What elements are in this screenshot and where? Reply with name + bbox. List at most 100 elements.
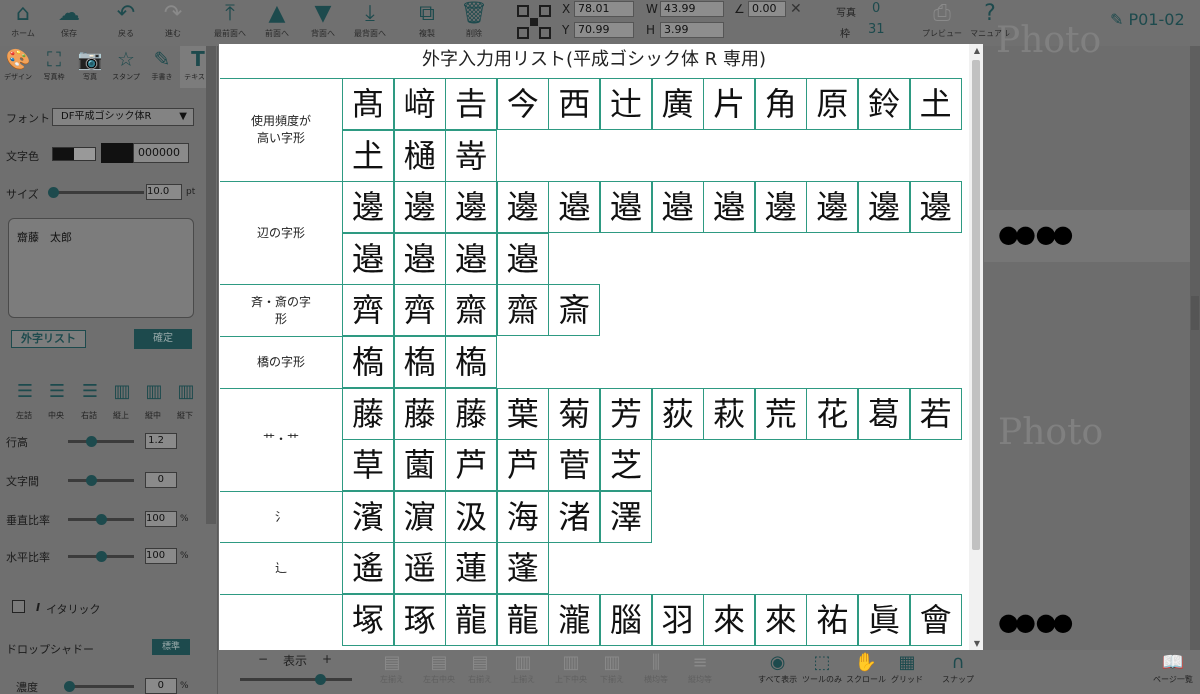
gaiji-char-cell[interactable]: 塚 — [342, 594, 394, 646]
gaiji-char-cell[interactable]: 邊 — [393, 181, 446, 234]
gaiji-char-cell[interactable]: 芦 — [445, 439, 498, 492]
zoom-out-button[interactable]: − — [258, 652, 268, 666]
gaiji-char-cell[interactable]: 濱 — [342, 490, 394, 543]
grid-button[interactable]: ▦ グリッド — [891, 652, 923, 685]
size-slider-knob[interactable] — [48, 187, 59, 198]
line-height-knob[interactable] — [86, 436, 97, 447]
gaiji-char-cell[interactable]: 西 — [548, 78, 601, 130]
vertical-top-icon[interactable]: ▥ — [108, 379, 136, 405]
bring-forward-button[interactable]: ▲ 前面へ — [254, 0, 300, 46]
gaiji-char-cell[interactable]: 花 — [806, 387, 859, 440]
gaiji-char-cell[interactable]: 龍 — [496, 594, 549, 646]
angle-input[interactable]: 0.00 — [748, 1, 786, 17]
gaiji-char-cell[interactable]: 槗 — [393, 336, 446, 388]
gaiji-char-cell[interactable]: 澤 — [600, 490, 652, 543]
gaiji-char-cell[interactable]: 芝 — [600, 439, 652, 492]
align-middle-button[interactable]: ▥ 上下中央 — [555, 652, 587, 685]
gaiji-char-cell[interactable]: 邊 — [445, 181, 498, 234]
tab-stamp[interactable]: ☆ スタンプ — [108, 46, 144, 88]
density-slider[interactable] — [68, 685, 134, 688]
select-tool-button[interactable]: ⬚ ツールのみ — [802, 652, 842, 685]
gaiji-char-cell[interactable]: 來 — [703, 594, 756, 646]
vertical-bottom-icon[interactable]: ▥ — [172, 379, 200, 405]
design-canvas[interactable]: Photo ●● ●● Photo ●● ●● — [984, 0, 1200, 650]
gaiji-char-cell[interactable]: 瀧 — [548, 594, 601, 646]
gaiji-char-cell[interactable]: 邊 — [754, 181, 807, 234]
gaiji-char-cell[interactable]: 荻 — [651, 387, 704, 440]
gaiji-char-cell[interactable]: 片 — [703, 78, 756, 130]
gaiji-char-cell[interactable]: 琢 — [393, 594, 446, 646]
align-bottom-button[interactable]: ▥ 下揃え — [600, 652, 624, 685]
color-picker[interactable] — [101, 143, 133, 163]
gaiji-char-cell[interactable]: 藤 — [445, 387, 498, 440]
gaiji-char-cell[interactable]: 遙 — [342, 542, 394, 595]
gaiji-char-cell[interactable]: 濵 — [393, 490, 446, 543]
size-slider[interactable] — [52, 191, 144, 194]
gaiji-char-cell[interactable]: 菊 — [548, 387, 601, 440]
dialog-scroll-thumb[interactable] — [972, 60, 980, 550]
gaiji-char-cell[interactable]: 斎 — [548, 284, 601, 337]
gaiji-char-cell[interactable]: 齋 — [445, 284, 498, 337]
eye-button[interactable]: ◉ すべて表示 — [758, 652, 797, 685]
selected-text-frame[interactable]: ●● ●● — [984, 210, 1190, 262]
send-back-button[interactable]: ⤓ 最背面へ — [347, 0, 393, 46]
gaiji-char-cell[interactable]: 藤 — [342, 387, 394, 440]
gaiji-char-cell[interactable]: 角 — [754, 78, 807, 130]
gaiji-char-cell[interactable]: 菅 — [548, 439, 601, 492]
text-content-input[interactable]: 齋藤 太郎 — [8, 218, 194, 318]
color-swatch[interactable] — [52, 147, 96, 161]
gaiji-char-cell[interactable]: 邉 — [600, 181, 652, 234]
font-select[interactable]: DF平成ゴシック体R ▼ — [52, 108, 194, 126]
align-right-button[interactable]: ▤ 右揃え — [468, 652, 492, 685]
close-icon[interactable]: ✕ — [790, 1, 802, 17]
vertical-ratio-input[interactable]: 100 — [145, 511, 177, 527]
drop-shadow-mode-button[interactable]: 標準 — [152, 639, 190, 655]
y-input[interactable]: 70.99 — [574, 22, 634, 38]
tab-handwriting[interactable]: ✎ 手書き — [144, 46, 180, 88]
gaiji-char-cell[interactable]: 槗 — [342, 336, 394, 388]
align-top-button[interactable]: ▥ 上揃え — [511, 652, 535, 685]
gaiji-char-cell[interactable]: 會 — [909, 594, 962, 646]
gaiji-char-cell[interactable]: 來 — [754, 594, 807, 646]
gaiji-char-cell[interactable]: 汲 — [445, 490, 498, 543]
gaiji-char-cell[interactable]: 今 — [496, 78, 549, 130]
gaiji-char-cell[interactable]: 荒 — [754, 387, 807, 440]
letter-spacing-input[interactable]: 0 — [145, 472, 177, 488]
scroll-up-icon[interactable]: ▲ — [974, 46, 980, 55]
horizontal-ratio-knob[interactable] — [96, 551, 107, 562]
gaiji-char-cell[interactable]: 邉 — [445, 232, 498, 285]
home-button[interactable]: ⌂ ホーム — [0, 0, 46, 46]
gaiji-char-cell[interactable]: 邊 — [496, 181, 549, 234]
height-input[interactable]: 3.99 — [660, 22, 724, 38]
gaiji-char-cell[interactable]: 芳 — [600, 387, 652, 440]
align-center-icon[interactable]: ☰ — [43, 379, 71, 405]
align-center-button[interactable]: ▤ 左右中央 — [423, 652, 455, 685]
density-input[interactable]: 0 — [145, 678, 177, 694]
gaiji-char-cell[interactable]: 邊 — [806, 181, 859, 234]
gaiji-char-cell[interactable]: 齊 — [393, 284, 446, 337]
gaiji-char-cell[interactable]: 祐 — [806, 594, 859, 646]
gaiji-char-cell[interactable]: 海 — [496, 490, 549, 543]
gaiji-char-cell[interactable]: 廣 — [651, 78, 704, 130]
gaiji-char-cell[interactable]: 原 — [806, 78, 859, 130]
dialog-scrollbar[interactable]: ▲ ▼ — [969, 44, 983, 650]
scroll-down-icon[interactable]: ▼ — [974, 639, 980, 648]
redo-button[interactable]: ↷ 進む — [150, 0, 196, 46]
gaiji-char-cell[interactable]: 𠮷 — [445, 78, 498, 130]
letter-spacing-slider[interactable] — [68, 479, 134, 482]
gaiji-char-cell[interactable]: 蓬 — [496, 542, 549, 595]
gaiji-char-cell[interactable]: 樋 — [393, 129, 446, 182]
gaiji-char-cell[interactable]: 萩 — [703, 387, 756, 440]
gaiji-char-cell[interactable]: 邉 — [342, 232, 394, 285]
horizontal-ratio-input[interactable]: 100 — [145, 548, 177, 564]
density-knob[interactable] — [64, 681, 75, 692]
color-hex-input[interactable]: 000000 — [133, 143, 189, 163]
gaiji-char-cell[interactable]: 齋 — [496, 284, 549, 337]
gaiji-char-cell[interactable]: 髙 — [342, 78, 394, 130]
gaiji-char-cell[interactable]: 腦 — [600, 594, 652, 646]
vertical-middle-icon[interactable]: ▥ — [140, 379, 168, 405]
gaiji-char-cell[interactable]: 葛 — [858, 387, 910, 440]
gaiji-char-cell[interactable]: 𡈽 — [342, 129, 394, 182]
gaiji-char-cell[interactable]: 邉 — [703, 181, 756, 234]
delete-button[interactable]: 🗑 削除 — [451, 0, 497, 46]
